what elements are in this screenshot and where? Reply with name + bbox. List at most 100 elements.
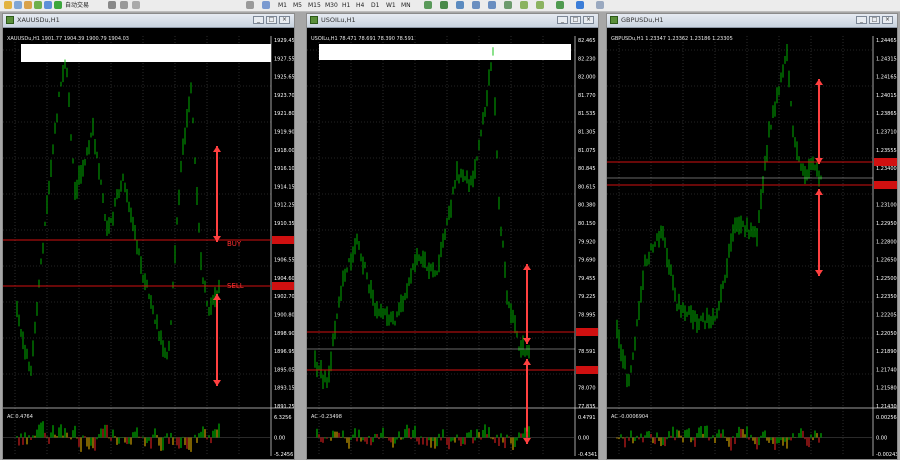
new-chart-icon[interactable] bbox=[4, 1, 12, 9]
price-axis-label: 79.920 bbox=[578, 239, 596, 245]
indicator-axis-label: -5.2456 bbox=[274, 452, 293, 458]
chart-window-icon bbox=[6, 16, 14, 24]
price-tag-marker bbox=[874, 181, 897, 189]
chart-window-usoil[interactable]: USOILu,H1 78.471 78.691 78.390 78.591 82.… bbox=[306, 13, 599, 460]
usoil-window-titlebar[interactable]: USOILu,H1 _ □ × bbox=[307, 14, 598, 28]
auto-trading-button[interactable]: 自动交易 bbox=[65, 1, 89, 10]
close-button[interactable]: × bbox=[882, 16, 893, 24]
price-axis-label: 1.22205 bbox=[876, 313, 897, 319]
symbol-header: XAUUSDu,H1 1901.77 1904.39 1900.79 1904.… bbox=[7, 36, 129, 42]
minimize-button[interactable]: _ bbox=[856, 16, 867, 24]
price-axis-label: 1927.55 bbox=[274, 56, 294, 62]
timeframe-h4[interactable]: H4 bbox=[356, 1, 364, 10]
price-axis-label: 1900.80 bbox=[274, 313, 294, 319]
indicator-header: AC -0.0006904 bbox=[611, 414, 648, 420]
chart-shift-icon[interactable] bbox=[536, 1, 544, 9]
price-axis-label: 80.150 bbox=[578, 221, 596, 227]
price-axis-label: 1.24315 bbox=[876, 56, 897, 62]
indicators-icon[interactable] bbox=[556, 1, 564, 9]
crosshair-icon[interactable] bbox=[120, 1, 128, 9]
text-tool-icon[interactable] bbox=[246, 1, 254, 9]
minimize-button[interactable]: _ bbox=[253, 16, 264, 24]
timeframe-m15[interactable]: M15 bbox=[308, 1, 321, 10]
price-axis-label: 81.770 bbox=[578, 93, 596, 99]
timeframe-m5[interactable]: M5 bbox=[293, 1, 302, 10]
symbol-header: GBPUSDu,H1 1.23347 1.23362 1.23186 1.233… bbox=[611, 36, 733, 42]
chart-window-xauusd[interactable]: XAUUSDu,H1 1901.77 1904.39 1900.79 1904.… bbox=[2, 13, 295, 460]
timeframe-w1[interactable]: W1 bbox=[386, 1, 396, 10]
price-axis-label: 1.24165 bbox=[876, 75, 897, 81]
price-axis-label: 1.23865 bbox=[876, 111, 897, 117]
price-axis-label: 1.22050 bbox=[876, 331, 897, 337]
timeframe-m30[interactable]: M30 bbox=[325, 1, 338, 10]
indicator-axis-label: 0.4791 bbox=[578, 415, 596, 421]
templates-icon[interactable] bbox=[596, 1, 604, 9]
price-axis-label: 1.21430 bbox=[876, 404, 897, 410]
indicator-header: AC -0.23498 bbox=[311, 414, 342, 420]
price-axis-label: 82.000 bbox=[578, 75, 596, 81]
periods-dropdown-icon[interactable] bbox=[576, 1, 584, 9]
price-axis-label: 80.845 bbox=[578, 166, 596, 172]
price-axis-label: 1.22500 bbox=[876, 276, 897, 282]
price-axis-label: 82.465 bbox=[578, 38, 596, 44]
line-chart-icon[interactable] bbox=[456, 1, 464, 9]
info-panel-box bbox=[319, 44, 571, 60]
gbpusd-chart[interactable]: GBPUSDu,H1 1.23347 1.23362 1.23186 1.233… bbox=[607, 14, 897, 459]
indicator-axis-label: 0.00 bbox=[876, 436, 887, 442]
price-axis-label: 1921.80 bbox=[274, 111, 294, 117]
price-axis-label: 79.690 bbox=[578, 258, 596, 264]
trend-arrow-head bbox=[815, 189, 823, 195]
close-button[interactable]: × bbox=[279, 16, 290, 24]
price-axis-label: 79.225 bbox=[578, 294, 596, 300]
cursor-icon[interactable] bbox=[108, 1, 116, 9]
price-axis-label: 1896.95 bbox=[274, 349, 294, 355]
price-axis-label: 1.22950 bbox=[876, 221, 897, 227]
vertical-line-icon[interactable] bbox=[132, 1, 140, 9]
price-axis-label: 1891.25 bbox=[274, 404, 294, 410]
bar-chart-icon[interactable] bbox=[424, 1, 432, 9]
maximize-button[interactable]: □ bbox=[869, 16, 880, 24]
price-axis-label: 1904.60 bbox=[274, 276, 294, 282]
price-axis-label: 1.22350 bbox=[876, 294, 897, 300]
price-axis-label: 77.835 bbox=[578, 404, 596, 410]
new-order-icon[interactable] bbox=[54, 1, 62, 9]
terminal-icon[interactable] bbox=[44, 1, 52, 9]
price-tag-marker bbox=[874, 158, 897, 166]
xauusd-chart[interactable]: XAUUSDu,H1 1901.77 1904.39 1900.79 1904.… bbox=[3, 14, 294, 459]
usoil-chart[interactable]: USOILu,H1 78.471 78.691 78.390 78.591 82.… bbox=[307, 14, 598, 459]
price-axis-label: 1.24015 bbox=[876, 93, 897, 99]
timeframe-m1[interactable]: M1 bbox=[278, 1, 287, 10]
maximize-button[interactable]: □ bbox=[266, 16, 277, 24]
close-button[interactable]: × bbox=[583, 16, 594, 24]
price-axis-label: 1914.15 bbox=[274, 184, 294, 190]
xauusd-window-title: XAUUSDu,H1 bbox=[17, 16, 60, 24]
indicator-axis-label: 6.3256 bbox=[274, 415, 292, 421]
chart-window-gbpusd[interactable]: GBPUSDu,H1 1.23347 1.23362 1.23186 1.233… bbox=[606, 13, 898, 460]
candlestick-icon[interactable] bbox=[440, 1, 448, 9]
period-icon[interactable] bbox=[262, 1, 270, 9]
autoscroll-icon[interactable] bbox=[520, 1, 528, 9]
signal-label: SELL bbox=[227, 282, 244, 290]
trend-arrow-head bbox=[815, 79, 823, 85]
timeframe-d1[interactable]: D1 bbox=[371, 1, 379, 10]
timeframe-mn[interactable]: MN bbox=[401, 1, 411, 10]
zoom-out-icon[interactable] bbox=[488, 1, 496, 9]
price-axis-label: 1912.25 bbox=[274, 203, 294, 209]
timeframe-h1[interactable]: H1 bbox=[342, 1, 350, 10]
navigator-icon[interactable] bbox=[34, 1, 42, 9]
info-panel-box bbox=[21, 44, 271, 62]
profiles-icon[interactable] bbox=[14, 1, 22, 9]
price-axis-label: 1.24465 bbox=[876, 38, 897, 44]
trend-arrow-head bbox=[213, 146, 221, 152]
gbpusd-window-titlebar[interactable]: GBPUSDu,H1 _ □ × bbox=[607, 14, 897, 28]
maximize-button[interactable]: □ bbox=[570, 16, 581, 24]
market-watch-icon[interactable] bbox=[24, 1, 32, 9]
signal-label: BUY bbox=[227, 240, 242, 248]
tile-windows-icon[interactable] bbox=[504, 1, 512, 9]
price-axis-label: 81.305 bbox=[578, 130, 596, 136]
zoom-in-icon[interactable] bbox=[472, 1, 480, 9]
price-axis-label: 1.23710 bbox=[876, 130, 897, 136]
price-axis-label: 1929.45 bbox=[274, 38, 294, 44]
minimize-button[interactable]: _ bbox=[557, 16, 568, 24]
xauusd-window-titlebar[interactable]: XAUUSDu,H1 _ □ × bbox=[3, 14, 294, 28]
